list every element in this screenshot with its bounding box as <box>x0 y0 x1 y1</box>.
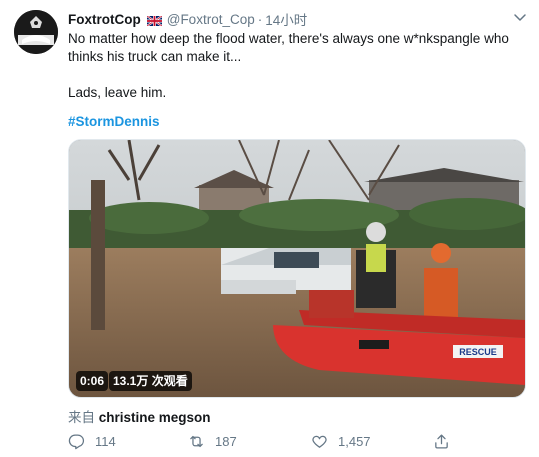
tweet-timestamp[interactable]: 14小时 <box>265 9 307 29</box>
author-display-name[interactable]: FoxtrotCop <box>68 12 141 27</box>
author-handle[interactable]: @Foxtrot_Cop <box>167 12 255 27</box>
hashtag-link[interactable]: #StormDennis <box>68 114 526 129</box>
source-name[interactable]: christine megson <box>99 410 211 425</box>
like-button[interactable]: 1,457 <box>311 432 371 450</box>
video-view-count: 13.1万 次观看 <box>109 371 192 391</box>
tweet-content: FoxtrotCop @Foxtrot_Cop · 14小时 No matter… <box>68 9 526 130</box>
share-icon <box>435 433 448 449</box>
retweet-count: 187 <box>215 433 237 449</box>
retweet-icon <box>190 435 203 447</box>
tweet-text: No matter how deep the flood water, ther… <box>68 31 509 100</box>
avatar[interactable] <box>14 10 58 54</box>
retweet-button[interactable]: 187 <box>188 432 237 450</box>
reply-icon <box>68 433 85 449</box>
tweet-actions: 114 187 1,457 <box>68 432 518 450</box>
chevron-down-icon[interactable] <box>513 10 527 24</box>
police-helmet-avatar-icon <box>14 10 58 54</box>
video-player[interactable]: RESCUE 0:06 13.1万 次观看 <box>68 139 526 398</box>
uk-flag-icon <box>146 14 163 27</box>
like-count: 1,457 <box>338 433 371 449</box>
video-source: 来自 christine megson <box>68 406 211 426</box>
boat-label: RESCUE <box>459 347 497 357</box>
separator-dot: · <box>257 11 263 27</box>
share-button[interactable] <box>433 432 460 450</box>
reply-button[interactable]: 114 <box>68 432 116 450</box>
video-thumbnail: RESCUE <box>69 140 525 397</box>
reply-count: 114 <box>95 433 116 449</box>
tweet-header: FoxtrotCop @Foxtrot_Cop · 14小时 <box>68 9 526 29</box>
source-prefix: 来自 <box>68 410 95 425</box>
video-duration-badge: 0:06 <box>76 371 109 391</box>
heart-icon <box>312 435 327 448</box>
